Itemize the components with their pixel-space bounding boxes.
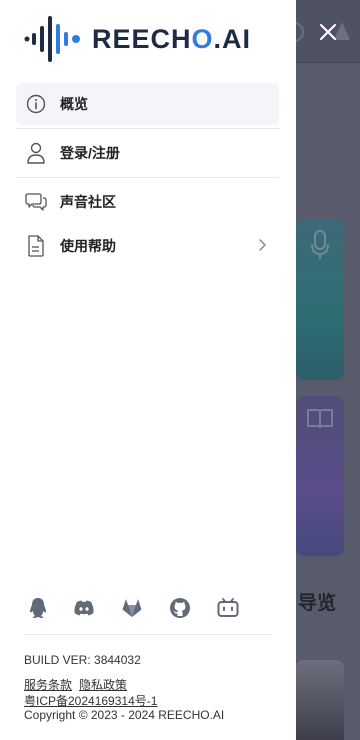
book-icon (307, 409, 333, 429)
menu-item-label: 声音社区 (60, 194, 116, 210)
background-card-image (296, 660, 344, 740)
menu-item-help[interactable]: 使用帮助 (16, 225, 279, 267)
menu-item-label: 概览 (60, 96, 88, 112)
microphone-icon (311, 230, 329, 259)
logo-text-accent: o (191, 23, 214, 54)
waveform-icon (24, 16, 80, 62)
build-version: BUILD VER: 3844032 (24, 653, 141, 667)
privacy-link[interactable]: 隐私政策 (79, 678, 127, 692)
footer-divider (24, 634, 272, 635)
github-icon[interactable] (168, 596, 192, 620)
user-icon (25, 142, 47, 164)
chat-icon (25, 191, 47, 213)
reecho-logo[interactable]: reecho.AI (24, 14, 251, 64)
close-icon[interactable] (316, 20, 340, 44)
gitlab-icon[interactable] (120, 596, 144, 620)
menu-item-voice-community[interactable]: 声音社区 (16, 181, 279, 223)
document-icon (25, 235, 47, 257)
chevron-right-icon (259, 239, 266, 251)
menu-divider (16, 177, 279, 178)
discord-icon[interactable] (72, 596, 96, 620)
copyright: Copyright © 2023 - 2024 REECHO.AI (24, 708, 225, 722)
qq-icon[interactable] (26, 596, 50, 620)
logo-text-suffix: .AI (213, 23, 252, 54)
bilibili-icon[interactable] (216, 596, 240, 620)
background-section-title: 导览 (298, 593, 337, 614)
icp-link[interactable]: 粤ICP备2024169314号-1 (24, 692, 157, 709)
logo-text: reecho.AI (92, 24, 251, 55)
menu-item-label: 使用帮助 (60, 238, 116, 254)
navigation-drawer: reecho.AI 概览 登录/注册 (0, 0, 296, 740)
legal-links: 服务条款 隐私政策 (24, 676, 134, 693)
menu-item-login[interactable]: 登录/注册 (16, 132, 279, 174)
social-links (24, 596, 264, 620)
menu-divider (16, 128, 279, 129)
logo-text-main: reech (92, 23, 192, 54)
terms-link[interactable]: 服务条款 (24, 678, 72, 692)
menu-item-label: 登录/注册 (60, 145, 120, 161)
menu-item-overview[interactable]: 概览 (16, 83, 279, 125)
info-icon (25, 93, 47, 115)
